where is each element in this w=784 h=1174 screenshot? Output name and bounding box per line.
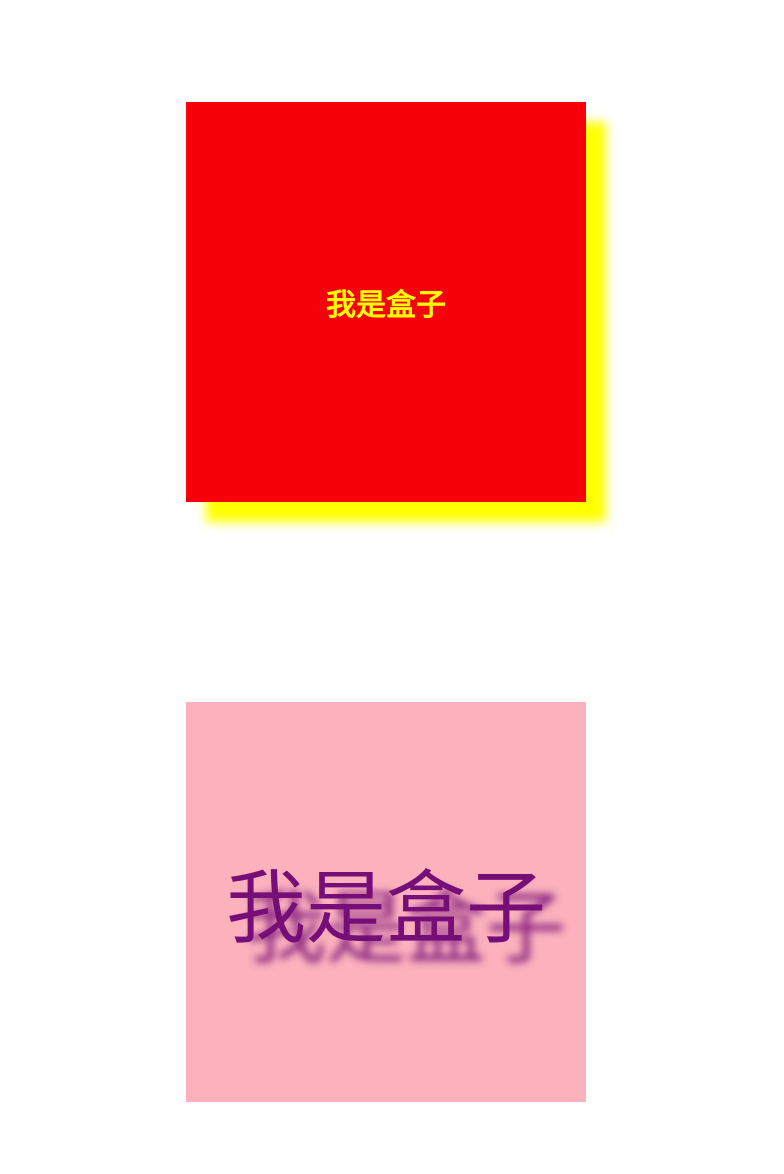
page: 我是盒子 我是盒子 [0,0,784,1174]
red-box: 我是盒子 [186,102,586,502]
pink-box-label: 我是盒子 [226,862,546,955]
pink-box: 我是盒子 [186,702,586,1102]
red-box-label: 我是盒子 [326,288,446,323]
